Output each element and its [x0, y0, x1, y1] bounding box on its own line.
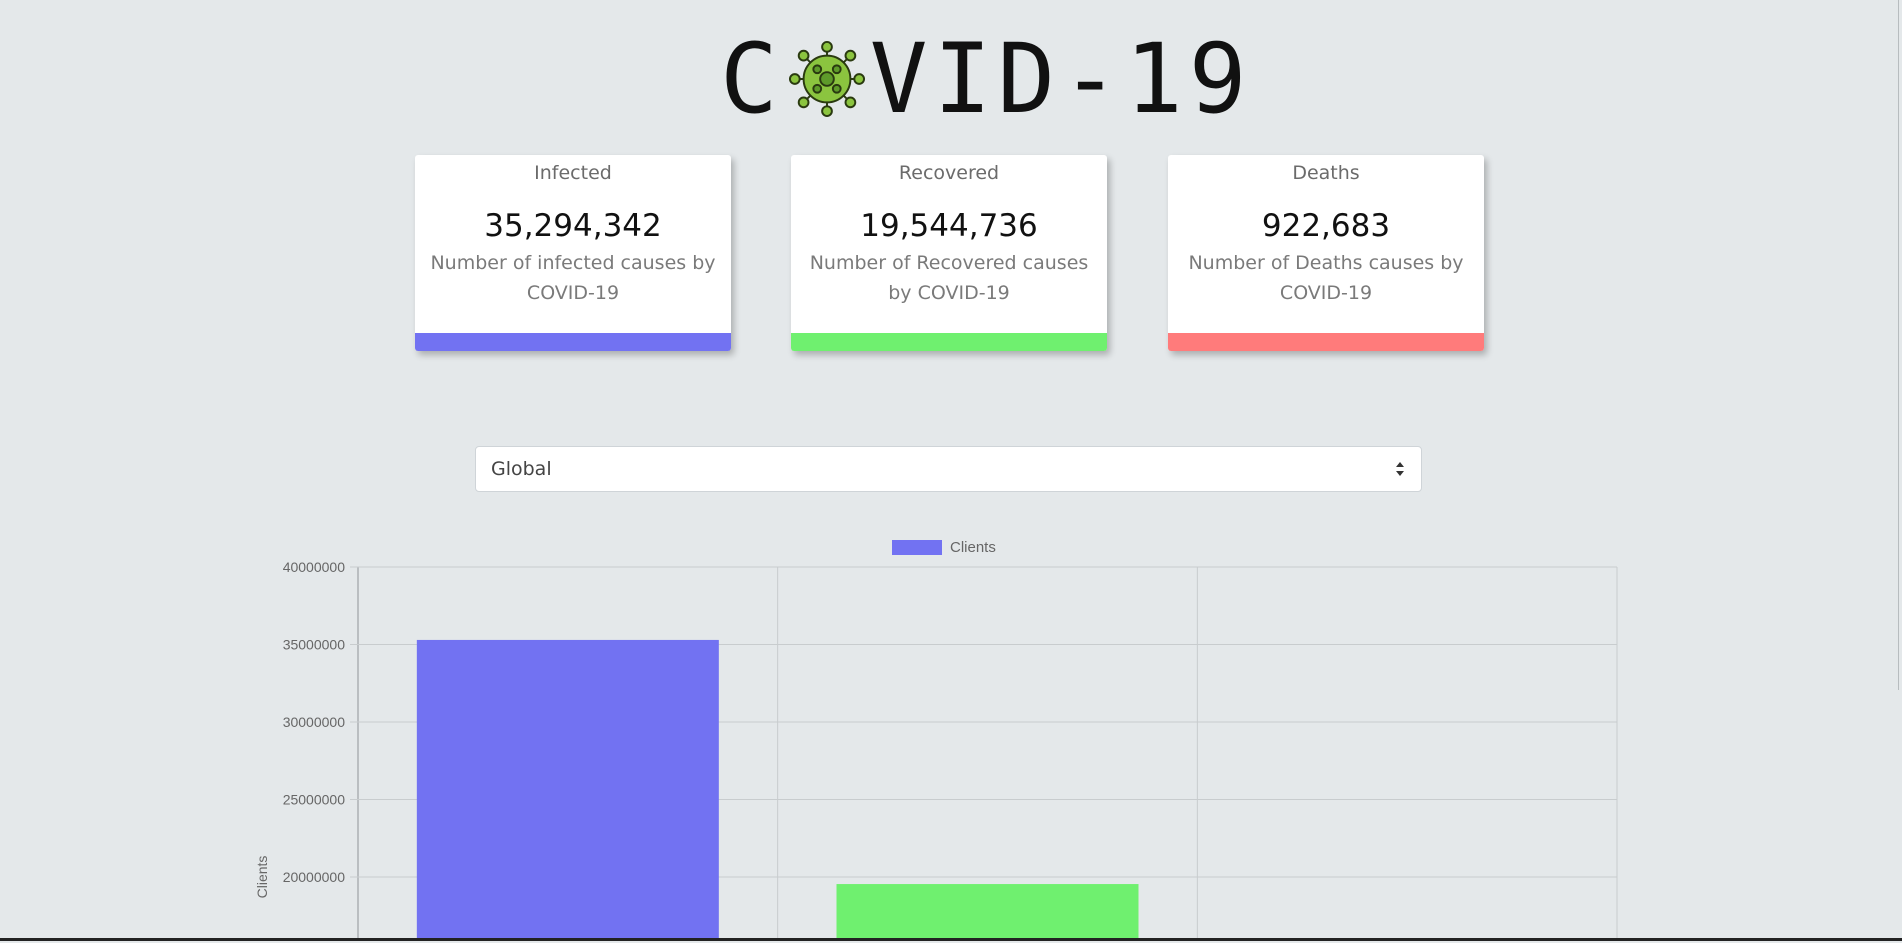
covid19-logo: C VID-19	[720, 23, 1253, 135]
y-tick-label: 40000000	[283, 559, 346, 575]
card-color-bar	[1168, 333, 1484, 351]
card-description: Number of Deaths causes by COVID-19	[1188, 252, 1464, 304]
card-color-bar	[791, 333, 1107, 351]
y-tick-label: 20000000	[283, 869, 346, 885]
scrollbar-edge	[1898, 0, 1899, 690]
y-tick-label: 25000000	[283, 792, 346, 808]
card-title: Recovered	[898, 162, 1000, 184]
card-value: 35,294,342	[484, 208, 662, 244]
bottom-edge	[0, 938, 1902, 941]
legend-swatch	[892, 540, 942, 555]
card-value: 19,544,736	[860, 208, 1038, 244]
bar	[416, 639, 719, 940]
card-title: Infected	[534, 162, 612, 184]
legend-label: Clients	[950, 539, 996, 556]
country-select-value: Global	[491, 458, 552, 480]
virus-icon	[788, 40, 865, 118]
y-tick-label: 35000000	[283, 637, 346, 653]
card-value: 922,683	[1261, 208, 1391, 244]
logo-text-end: VID-19	[869, 23, 1253, 135]
y-axis-label: Clients	[254, 856, 270, 899]
sort-caret-icon	[1396, 462, 1404, 476]
infected-card: Infected 35,294,342 Number of infected c…	[415, 155, 731, 351]
card-color-bar	[415, 333, 731, 351]
card-title: Deaths	[1292, 162, 1360, 184]
card-description: Number of Recovered causes by COVID-19	[809, 252, 1089, 304]
country-select[interactable]: Global	[475, 446, 1422, 492]
y-tick-label: 30000000	[283, 714, 346, 730]
logo-text-start: C	[720, 23, 784, 135]
bar	[836, 884, 1139, 940]
card-description: Number of infected causes by COVID-19	[430, 252, 716, 304]
bar-chart: 40000000 35000000 30000000 25000000 20000000…	[254, 539, 1618, 940]
recovered-card: Recovered 19,544,736 Number of Recovered…	[791, 155, 1107, 351]
deaths-card: Deaths 922,683 Number of Deaths causes b…	[1168, 155, 1484, 351]
